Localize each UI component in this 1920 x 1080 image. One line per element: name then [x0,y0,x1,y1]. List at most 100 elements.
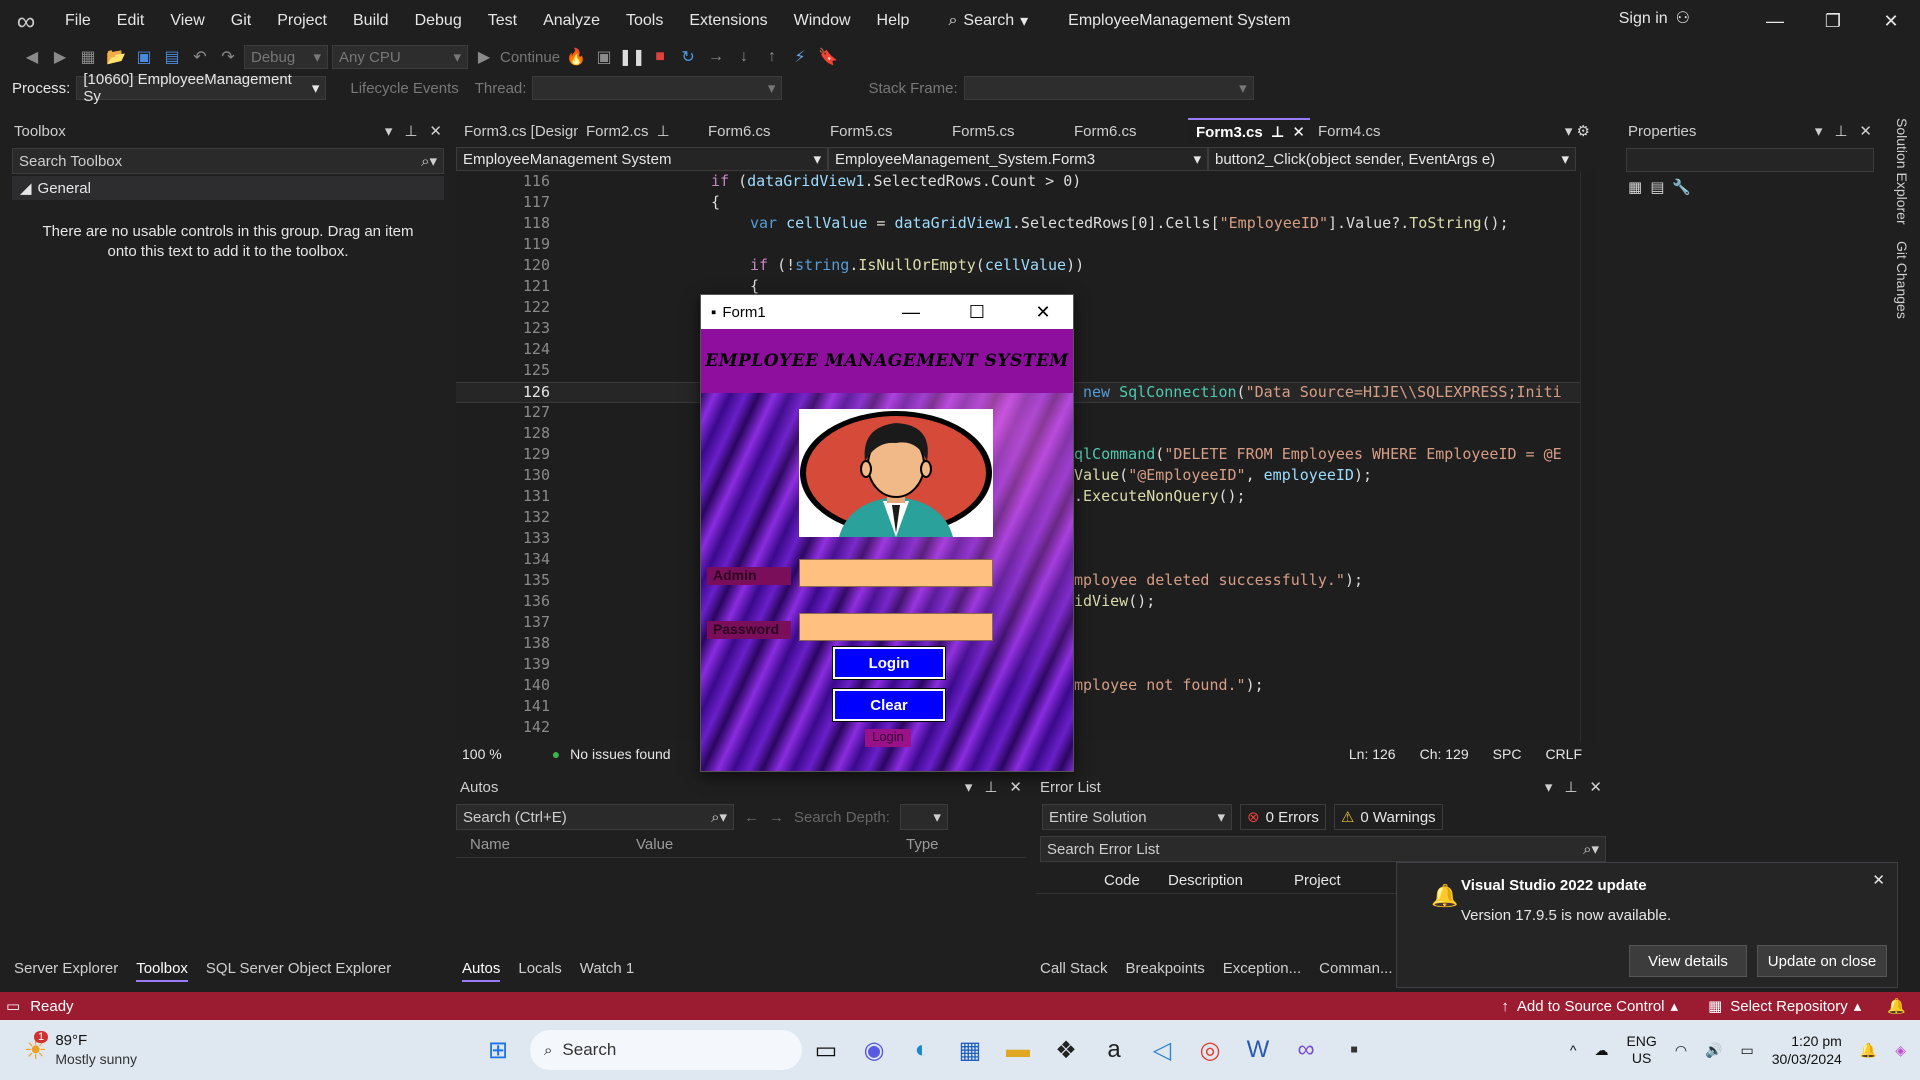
pin-icon[interactable]: ⊥ [1271,123,1285,141]
column-description[interactable]: Description [1168,872,1294,893]
pin-icon[interactable]: ⊥ [404,122,417,140]
play-icon[interactable]: ▶ [472,45,496,69]
menu-build[interactable]: Build [340,0,402,42]
restore-button[interactable]: ❐ [1804,0,1862,42]
task-view-icon[interactable]: ▭ [802,1026,850,1074]
hot-reload-icon[interactable]: 🔥 [564,45,588,69]
continue-button[interactable]: Continue [500,49,560,66]
tab-form6[interactable]: Form6.cs [700,118,822,144]
close-icon[interactable]: ✕ [1009,778,1022,796]
language-indicator[interactable]: ENG US [1626,1033,1656,1067]
tab-form2[interactable]: Form2.cs ⊥ [578,118,700,144]
close-icon[interactable]: ✕ [1292,123,1305,141]
clock[interactable]: 1:20 pm 30/03/2024 [1772,1032,1842,1068]
tab-sql-server-object-explorer[interactable]: SQL Server Object Explorer [206,960,391,982]
add-to-source-control-button[interactable]: Add to Source Control [1517,998,1665,1015]
notifications-icon[interactable]: 🔔 [1887,997,1906,1015]
pin-icon[interactable]: ⊥ [657,122,670,140]
error-list-search-input[interactable]: Search Error List ⌕▾ [1040,836,1606,862]
word-icon[interactable]: W [1234,1026,1282,1074]
menu-extensions[interactable]: Extensions [676,0,780,42]
tab-form6-2[interactable]: Form6.cs [1066,118,1188,144]
close-icon[interactable]: ✕ [1859,122,1872,140]
categorized-icon[interactable]: ▦ [1628,178,1642,196]
new-project-icon[interactable]: ▦ [76,45,100,69]
zoom-level[interactable]: 100 % [462,746,502,762]
update-on-close-button[interactable]: Update on close [1757,945,1887,977]
global-search-button[interactable]: ⌕ Search ▾ [938,11,1038,31]
tab-overflow-icon[interactable]: ▾ ⚙ [1565,122,1596,140]
menu-tools[interactable]: Tools [613,0,676,42]
tab-form3-active[interactable]: Form3.cs ⊥ ✕ [1188,118,1310,144]
tab-git-changes[interactable]: Git Changes [1884,241,1910,319]
stack-frame-select[interactable]: ▾ [963,76,1254,100]
issues-status[interactable]: No issues found [570,746,670,762]
close-icon[interactable]: ✕ [429,122,442,140]
pin-icon[interactable]: ⊥ [984,778,997,796]
close-button[interactable]: ✕ [1862,0,1920,42]
autos-search-input[interactable]: Search (Ctrl+E) ⌕▾ [456,804,734,830]
lifecycle-events-button[interactable]: Lifecycle Events [350,80,458,97]
column-type[interactable]: Type [906,836,996,857]
dropbox-icon[interactable]: ❖ [1042,1026,1090,1074]
attach-icon[interactable]: ▣ [592,45,616,69]
save-icon[interactable]: ▣ [132,45,156,69]
back-icon[interactable]: ◀ [20,45,44,69]
undo-icon[interactable]: ↶ [188,45,212,69]
tab-locals[interactable]: Locals [518,960,561,982]
redo-icon[interactable]: ↷ [216,45,240,69]
column-name[interactable]: Name [456,836,636,857]
scope-select[interactable]: Entire Solution ▾ [1042,804,1232,830]
save-all-icon[interactable]: ▤ [160,45,184,69]
forward-icon[interactable]: ▶ [48,45,72,69]
minimize-button[interactable]: — [1746,0,1804,42]
tab-call-stack[interactable]: Call Stack [1040,960,1108,982]
volume-icon[interactable]: 🔊 [1705,1042,1722,1059]
start-button[interactable]: ⊞ [474,1026,522,1074]
toolbox-search-input[interactable]: Search Toolbox ⌕▾ [12,148,444,174]
class-dropdown[interactable]: EmployeeManagement_System.Form3 ▾ [828,147,1208,171]
pin-icon[interactable]: ⊥ [1564,778,1577,796]
dropdown-icon[interactable]: ▾ [1815,122,1823,140]
view-details-button[interactable]: View details [1629,945,1747,977]
bookmark-icon[interactable]: 🔖 [816,45,840,69]
diagnostics-icon[interactable]: ⚡ [788,45,812,69]
stop-icon[interactable]: ■ [648,45,672,69]
whitespace-indicator[interactable]: SPC [1493,746,1522,762]
password-input[interactable] [799,613,993,641]
tab-watch-1[interactable]: Watch 1 [580,960,634,982]
form1-maximize-button[interactable]: ☐ [947,302,1007,323]
store-icon[interactable]: ▦ [946,1026,994,1074]
process-select[interactable]: [10660] EmployeeManagement Sy ▾ [76,71,327,105]
tab-solution-explorer[interactable]: Solution Explorer [1884,118,1910,225]
taskbar-search[interactable]: ⌕ Search [530,1030,802,1070]
login-link[interactable]: Login [865,729,911,747]
menu-file[interactable]: File [52,0,104,42]
edge-icon[interactable]: ◐ [898,1026,946,1074]
member-dropdown[interactable]: button2_Click(object sender, EventArgs e… [1208,147,1576,171]
menu-edit[interactable]: Edit [104,0,158,42]
onedrive-icon[interactable]: ☁ [1594,1042,1608,1059]
tab-form5[interactable]: Form5.cs [822,118,944,144]
tab-form4[interactable]: Form4.cs [1310,118,1432,144]
form1-app-icon[interactable]: ▪ [1330,1026,1378,1074]
chevron-up-icon[interactable]: ^ [1570,1042,1577,1058]
pause-icon[interactable]: ❚❚ [619,45,646,69]
open-icon[interactable]: 📂 [104,45,128,69]
battery-icon[interactable]: ▭ [1740,1042,1753,1059]
weather-widget[interactable]: ☀ 1 89°F Mostly sunny [24,1030,184,1068]
vertical-scrollbar[interactable] [1580,172,1596,742]
menu-window[interactable]: Window [781,0,864,42]
chrome-icon[interactable]: ◎ [1186,1026,1234,1074]
menu-analyze[interactable]: Analyze [530,0,613,42]
tab-server-explorer[interactable]: Server Explorer [14,960,118,982]
close-icon[interactable]: ✕ [1872,871,1885,889]
tab-form3-design[interactable]: Form3.cs [Design]⊥ [456,118,578,144]
teams-icon[interactable]: ◉ [850,1026,898,1074]
close-icon[interactable]: ✕ [1589,778,1602,796]
amazon-icon[interactable]: a [1090,1026,1138,1074]
step-out-icon[interactable]: ↑ [760,45,784,69]
errors-filter-button[interactable]: ⊗ 0 Errors [1240,804,1326,830]
project-dropdown[interactable]: EmployeeManagement System ▾ [456,147,828,171]
warnings-filter-button[interactable]: ⚠ 0 Warnings [1333,804,1443,830]
